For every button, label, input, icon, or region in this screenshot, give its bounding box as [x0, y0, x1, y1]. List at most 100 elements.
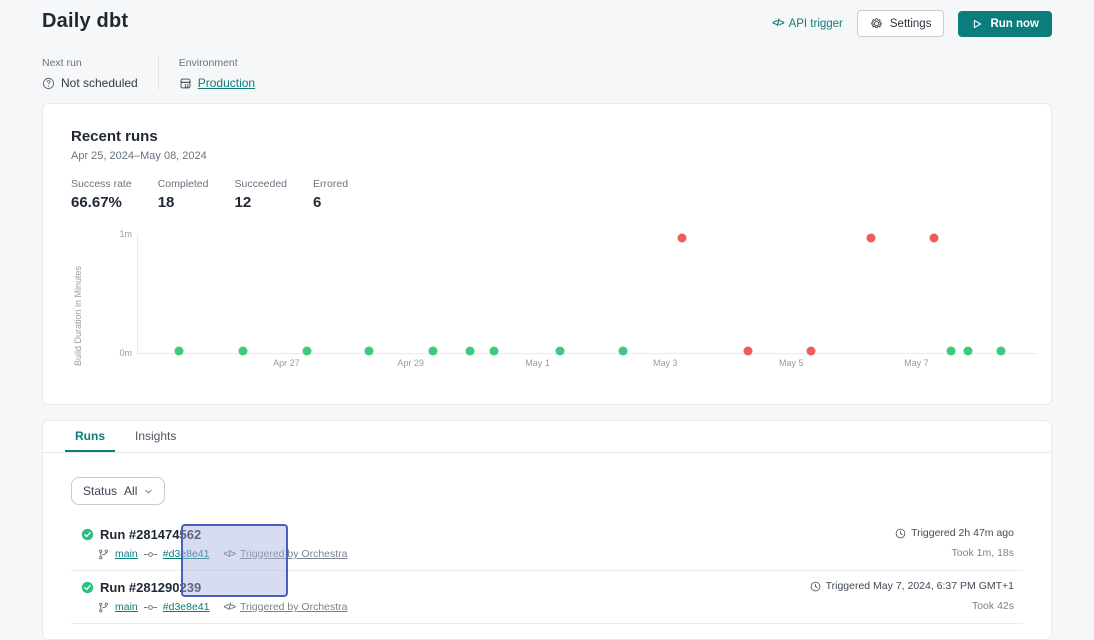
run-titleline: Run #281474562 — [81, 527, 348, 542]
status-filter-value: All — [124, 484, 137, 498]
code-icon: </> — [223, 549, 234, 560]
run-now-button[interactable]: Run now — [958, 11, 1052, 37]
stats-row: Success rate 66.67% Completed 18 Succeed… — [71, 178, 1023, 211]
gear-icon — [870, 17, 883, 30]
chart-plot: 1m 0m — [137, 234, 1037, 354]
run-now-label: Run now — [990, 18, 1039, 30]
environment-label: Environment — [179, 57, 255, 69]
trigger-source-link[interactable]: Triggered by Orchestra — [240, 601, 348, 613]
run-took: Took 42s — [810, 600, 1014, 612]
run-row-281474562: Run #281474562 main #d3e8e41 — [71, 518, 1023, 571]
chart-y-axis-label: Build Duration in Minutes — [73, 246, 83, 366]
chart-y-tick-1m: 1m — [119, 229, 132, 239]
job-page: Daily dbt </> API trigger Settings Run n… — [0, 0, 1094, 601]
run-meta: main #d3e8e41 </> Triggered by Orchestra — [81, 601, 348, 613]
page-title: Daily dbt — [42, 10, 128, 33]
environment-block: Environment Production — [179, 57, 255, 90]
runs-list: Run #281474562 main #d3e8e41 — [71, 518, 1023, 624]
api-trigger-label: API trigger — [789, 18, 843, 30]
git-commit-icon — [144, 550, 157, 559]
chart-x-axis: Apr 27 Apr 29 May 1 May 3 May 5 May 7 — [137, 354, 1037, 370]
meta-divider — [158, 57, 159, 90]
run-left: Run #281290239 main #d3e8e41 — [81, 580, 348, 613]
chevron-down-icon — [144, 487, 153, 496]
run-meta: main #d3e8e41 </> Triggered by Orchestra — [81, 548, 348, 560]
page-header: Daily dbt </> API trigger Settings Run n… — [0, 0, 1094, 37]
stat-value: 12 — [234, 194, 287, 211]
stat-completed: Completed 18 — [158, 178, 209, 211]
code-icon: </> — [772, 18, 783, 29]
build-duration-chart: Build Duration in Minutes 1m 0m Apr 27Ap… — [71, 232, 1037, 382]
run-row-281290239: Run #281290239 main #d3e8e41 — [71, 571, 1023, 624]
git-branch-icon — [98, 549, 109, 560]
commit-link[interactable]: #d3e8e41 — [163, 548, 210, 560]
next-run-value-row: Not scheduled — [42, 76, 138, 90]
stat-value: 6 — [313, 194, 360, 211]
run-title-link[interactable]: Run #281474562 — [100, 527, 201, 542]
stat-succeeded: Succeeded 12 — [234, 178, 287, 211]
triggered-text: Triggered 2h 47m ago — [911, 527, 1014, 539]
tab-bar: Runs Insights — [43, 421, 1051, 453]
run-left: Run #281474562 main #d3e8e41 — [81, 527, 348, 560]
run-right: Triggered May 7, 2024, 6:37 PM GMT+1 Too… — [810, 580, 1023, 613]
tab-runs[interactable]: Runs — [65, 421, 115, 452]
success-check-icon — [81, 528, 94, 541]
triggered-text: Triggered May 7, 2024, 6:37 PM GMT+1 — [826, 580, 1014, 592]
git-commit-icon — [144, 603, 157, 612]
next-run-block: Next run Not scheduled — [42, 57, 138, 90]
chart-x-tick: May 7 — [904, 358, 929, 368]
help-circle-icon — [42, 77, 55, 90]
run-triggered-time: Triggered May 7, 2024, 6:37 PM GMT+1 — [810, 580, 1014, 592]
git-branch-icon — [98, 602, 109, 613]
stat-label: Succeeded — [234, 178, 287, 190]
status-filter-dropdown[interactable]: Status All — [71, 477, 165, 505]
branch-link[interactable]: main — [115, 548, 138, 560]
chart-x-tick: Apr 27 — [273, 358, 300, 368]
chart-x-tick: May 1 — [525, 358, 550, 368]
clock-icon — [895, 528, 906, 539]
chart-x-tick: May 3 — [653, 358, 678, 368]
stat-label: Completed — [158, 178, 209, 190]
recent-runs-card: Recent runs Apr 25, 2024–May 08, 2024 Su… — [42, 103, 1052, 405]
stat-success-rate: Success rate 66.67% — [71, 178, 132, 211]
api-trigger-link[interactable]: </> API trigger — [772, 18, 843, 30]
chart-x-tick: May 5 — [779, 358, 804, 368]
chart-point[interactable] — [866, 233, 875, 242]
settings-button[interactable]: Settings — [857, 10, 945, 37]
commit-link[interactable]: #d3e8e41 — [163, 601, 210, 613]
chart-x-tick: Apr 29 — [397, 358, 424, 368]
settings-label: Settings — [890, 18, 932, 30]
runs-body: Status All Run #281474562 — [43, 453, 1051, 624]
success-check-icon — [81, 581, 94, 594]
tab-insights[interactable]: Insights — [125, 421, 186, 452]
trigger-source-chip: </> Triggered by Orchestra — [223, 601, 347, 613]
recent-runs-date-range: Apr 25, 2024–May 08, 2024 — [71, 150, 1023, 162]
next-run-label: Next run — [42, 57, 138, 69]
trigger-source-link[interactable]: Triggered by Orchestra — [240, 548, 348, 560]
clock-icon — [810, 581, 821, 592]
status-filter-label: Status — [83, 484, 117, 498]
branch-link[interactable]: main — [115, 601, 138, 613]
environment-database-icon — [179, 77, 192, 90]
next-run-value: Not scheduled — [61, 76, 138, 90]
chart-y-tick-0m: 0m — [119, 348, 132, 358]
code-icon: </> — [223, 602, 234, 613]
run-triggered-time: Triggered 2h 47m ago — [895, 527, 1014, 539]
runs-card: Runs Insights Status All — [42, 420, 1052, 640]
run-title-link[interactable]: Run #281290239 — [100, 580, 201, 595]
stat-label: Success rate — [71, 178, 132, 190]
run-took: Took 1m, 18s — [895, 547, 1014, 559]
stat-errored: Errored 6 — [313, 178, 360, 211]
environment-link[interactable]: Production — [198, 76, 255, 90]
chart-point[interactable] — [929, 233, 938, 242]
chart-point[interactable] — [677, 233, 686, 242]
job-meta-row: Next run Not scheduled Environment Produ… — [0, 37, 1094, 90]
stat-label: Errored — [313, 178, 360, 190]
header-actions: </> API trigger Settings Run now — [772, 10, 1052, 37]
stat-value: 66.67% — [71, 194, 132, 211]
recent-runs-title: Recent runs — [71, 128, 1023, 145]
run-titleline: Run #281290239 — [81, 580, 348, 595]
trigger-source-chip: </> Triggered by Orchestra — [223, 548, 347, 560]
stat-value: 18 — [158, 194, 209, 211]
play-icon — [971, 18, 983, 30]
